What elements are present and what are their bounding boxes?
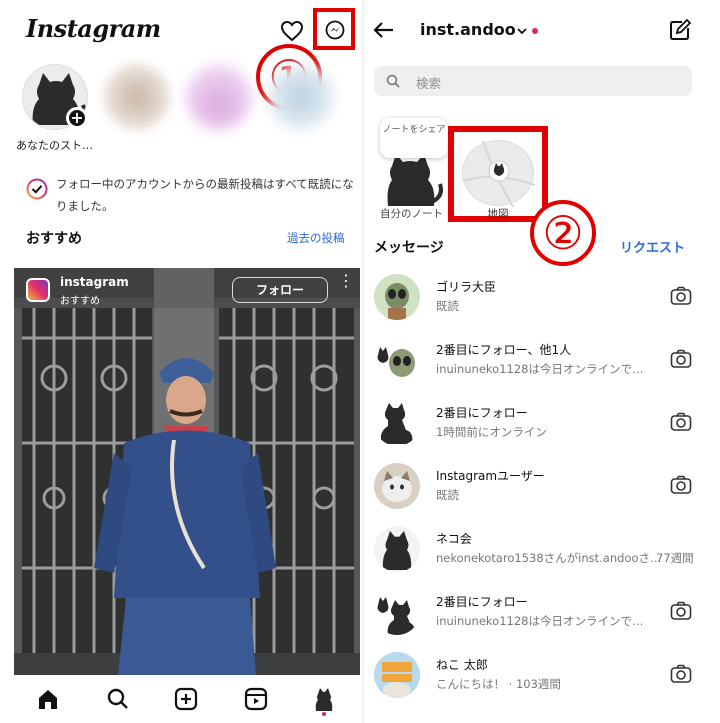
new-message-icon[interactable]: [668, 18, 692, 42]
camera-icon[interactable]: [670, 412, 692, 432]
camera-icon[interactable]: [670, 286, 692, 306]
avatar: [374, 337, 420, 383]
all-caught-up-icon: [26, 178, 48, 200]
conversation-name: Instagramユーザー: [436, 469, 545, 483]
add-story-icon[interactable]: +: [66, 107, 88, 129]
chevron-down-icon[interactable]: [516, 26, 528, 36]
requests-link[interactable]: リクエスト: [620, 237, 685, 256]
conversation-status: inuinuneko1128は今日オンラインで…: [436, 614, 644, 628]
reels-icon[interactable]: [242, 685, 270, 713]
heart-icon[interactable]: [280, 20, 304, 42]
conversation-status: 1時間前にオンライン: [436, 425, 547, 439]
conversation-status: 既読: [436, 299, 459, 313]
app-logo: Instagram: [26, 14, 161, 43]
search-icon: [386, 74, 400, 88]
my-note-avatar[interactable]: [378, 150, 448, 206]
conversation-name: ネコ会: [436, 532, 472, 546]
recommended-title: おすすめ: [26, 231, 82, 247]
map-pin-icon: [462, 140, 536, 208]
avatar: [374, 589, 420, 635]
camera-icon[interactable]: [670, 601, 692, 621]
conversation-time: 77週間: [656, 551, 694, 565]
account-unread-dot: [532, 28, 538, 34]
avatar: [374, 526, 420, 572]
conversation-row[interactable]: ネコ会 nekonekotaro1538さんがinst.andooさ… 77週間: [364, 522, 720, 582]
camera-icon[interactable]: [670, 475, 692, 495]
conversation-name: 2番目にフォロー: [436, 595, 528, 609]
conversation-row[interactable]: ねこ 太郎 こんにちは！ · 103週間: [364, 648, 720, 708]
direct-messages-screen: inst.andoo 検索 ノートをシェア 自分のノート 地図 ② メッセージ …: [364, 0, 720, 723]
conversation-status: nekonekotaro1538さんがinst.andooさ…: [436, 551, 662, 565]
search-bar[interactable]: 検索: [374, 66, 692, 96]
conversation-row[interactable]: 2番目にフォロー inuinuneko1128は今日オンラインで…: [364, 585, 720, 645]
conversation-row[interactable]: 2番目にフォロー、他1人 inuinuneko1128は今日オンラインで…: [364, 333, 720, 393]
follow-button[interactable]: フォロー: [232, 277, 328, 303]
share-note-bubble[interactable]: ノートをシェア: [380, 118, 448, 158]
post-image: [14, 268, 360, 675]
messages-title: メッセージ: [374, 240, 444, 256]
search-icon[interactable]: [104, 685, 132, 713]
home-icon[interactable]: [34, 685, 62, 713]
camera-icon[interactable]: [670, 664, 692, 684]
create-icon[interactable]: [172, 685, 200, 713]
story-avatar-blurred[interactable]: [268, 64, 334, 130]
profile-icon[interactable]: [310, 685, 338, 713]
story-avatar-blurred[interactable]: [186, 64, 252, 130]
conversation-name: 2番目にフォロー、他1人: [436, 343, 572, 357]
map-label: 地図: [487, 208, 509, 220]
conversation-name: ねこ 太郎: [436, 658, 488, 672]
conversation-row[interactable]: 2番目にフォロー 1時間前にオンライン: [364, 396, 720, 456]
avatar: [374, 652, 420, 698]
avatar: [374, 400, 420, 446]
annotation-2: ②: [530, 200, 596, 266]
messenger-icon: [325, 20, 345, 40]
conversation-row[interactable]: ゴリラ大臣 既読: [364, 270, 720, 330]
story-avatar-blurred[interactable]: [104, 64, 170, 130]
post-subtitle: おすすめ: [60, 296, 100, 307]
messenger-button[interactable]: [313, 8, 355, 50]
past-posts-link[interactable]: 過去の投稿: [287, 230, 345, 246]
conversation-row[interactable]: Instagramユーザー 既読: [364, 459, 720, 519]
map-thumbnail: [462, 140, 536, 208]
conversation-name: 2番目にフォロー: [436, 406, 528, 420]
conversation-status: inuinuneko1128は今日オンラインで…: [436, 362, 644, 376]
post-photo[interactable]: instagram おすすめ フォロー ⋮: [14, 268, 360, 675]
post-username[interactable]: instagram: [60, 275, 129, 289]
conversation-status: こんにちは！ · 103週間: [436, 677, 561, 691]
account-name[interactable]: inst.andoo: [420, 20, 516, 39]
avatar: [374, 274, 420, 320]
story-self-label: あなたのスト…: [16, 139, 93, 152]
back-arrow-icon[interactable]: [372, 18, 396, 42]
conversation-status: 既読: [436, 488, 459, 502]
map-button[interactable]: 地図: [448, 126, 548, 222]
avatar: [374, 463, 420, 509]
conversation-name: ゴリラ大臣: [436, 280, 497, 294]
my-note-label: 自分のノート: [380, 208, 443, 220]
camera-icon[interactable]: [670, 349, 692, 369]
screenshot-root: Instagram ① + あなたのスト… フォロー中のアカウントからの最新投稿…: [0, 0, 720, 723]
more-options-icon[interactable]: ⋮: [338, 273, 354, 289]
notification-dot: [322, 712, 326, 716]
search-placeholder: 検索: [416, 76, 442, 91]
caught-up-notice: フォロー中のアカウントからの最新投稿はすべて既読になりました。: [56, 177, 354, 213]
instagram-feed-screen: Instagram ① + あなたのスト… フォロー中のアカウントからの最新投稿…: [0, 0, 362, 723]
bottom-nav: [0, 675, 362, 723]
post-author-avatar[interactable]: [26, 278, 50, 302]
